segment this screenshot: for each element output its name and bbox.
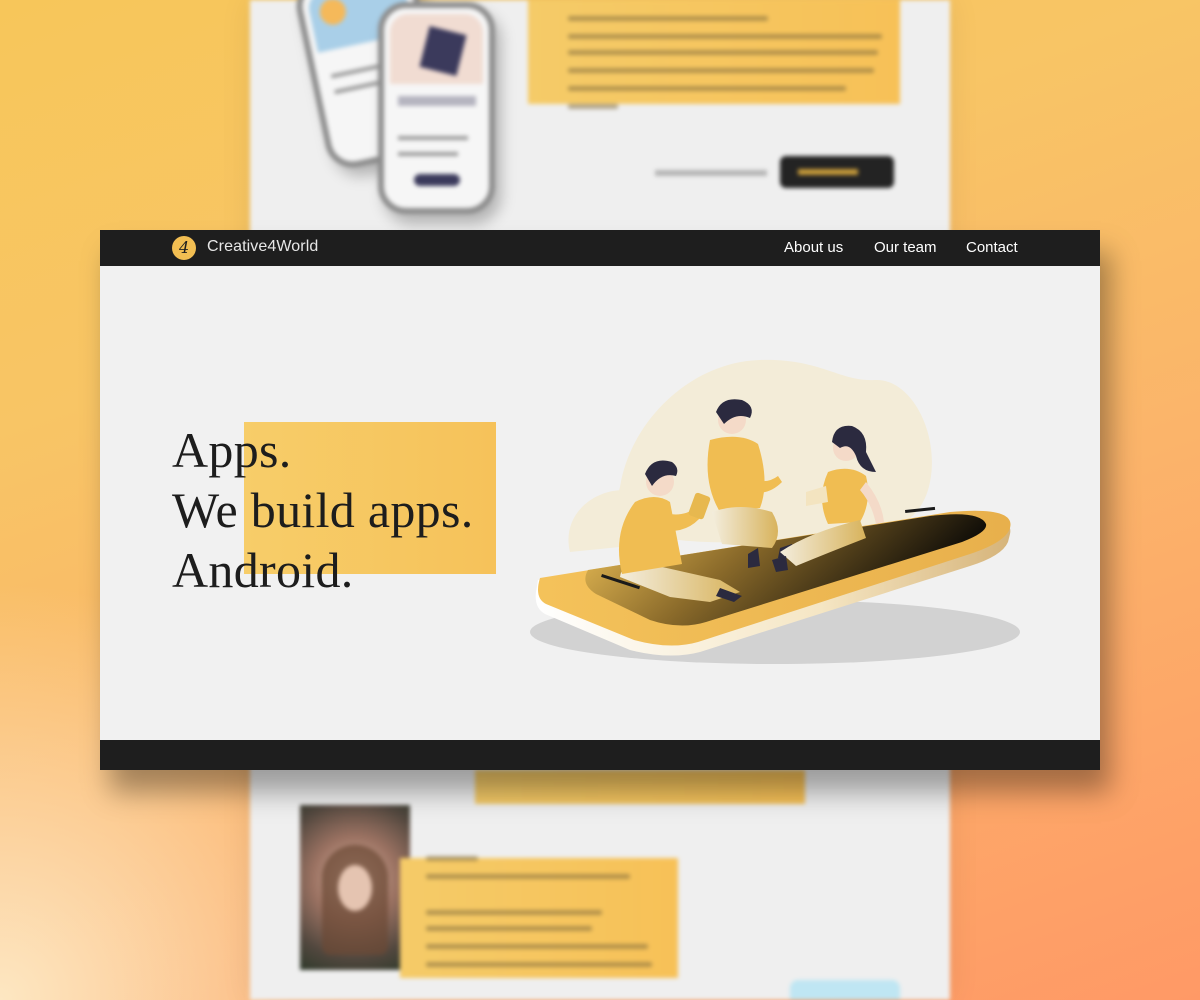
hero-headline: Apps. We build apps. Android. [172,420,474,600]
navbar: 4 Creative4World About us Our team Conta… [100,230,1100,266]
footer-bar [100,740,1100,770]
headline-line-2: We build apps. [172,482,474,538]
headline-line-3: Android. [172,542,354,598]
background-banner [475,770,805,804]
background-contact-button [780,156,894,188]
hero-illustration [530,359,1020,664]
website-window: 4 Creative4World About us Our team Conta… [100,230,1100,770]
headline-line-1: Apps. [172,422,292,478]
brand-name[interactable]: Creative4World [207,238,318,256]
nav-our-team[interactable]: Our team [874,239,937,256]
logo-icon[interactable]: 4 [172,236,196,260]
background-team-photo [300,805,410,970]
nav-contact[interactable]: Contact [966,239,1018,256]
logo-glyph: 4 [179,238,190,257]
nav-about-us[interactable]: About us [784,239,843,256]
background-phone-mockup [378,2,495,214]
